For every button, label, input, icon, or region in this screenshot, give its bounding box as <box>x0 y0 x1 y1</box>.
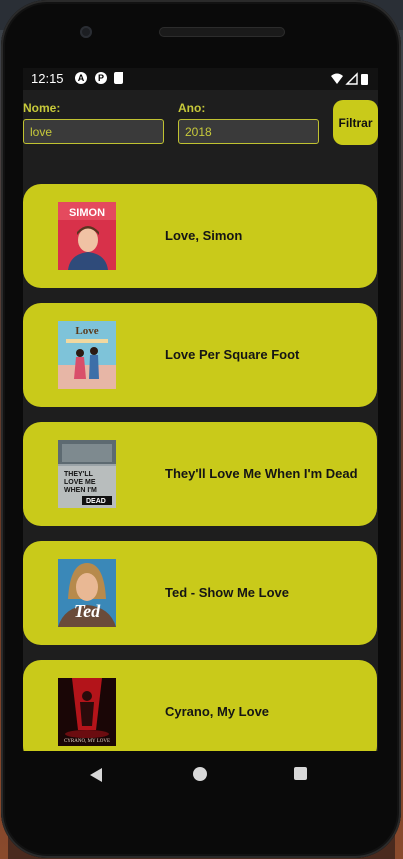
poster-title-text: SIMON <box>69 207 105 219</box>
love-simon-poster: SIMON <box>58 202 116 270</box>
movie-title: Ted - Show Me Love <box>165 585 289 600</box>
filter-bar: Nome: Ano: Filtrar <box>23 90 378 170</box>
poster-title-text: Ted <box>74 601 101 621</box>
status-time: 12:15 <box>31 71 64 86</box>
movie-title: Love, Simon <box>165 228 243 243</box>
p-badge-icon: P <box>95 72 107 84</box>
name-label: Nome: <box>23 101 61 115</box>
poster-title-text: THEY'LL <box>64 471 94 478</box>
poster-title-text: CYRANO, MY LOVE <box>64 739 110 744</box>
vpn-a-icon: A <box>75 72 87 84</box>
love-per-square-foot-poster: Love <box>58 321 116 389</box>
movie-card[interactable]: Ted Ted - Show Me Love <box>23 541 377 645</box>
front-camera <box>80 26 92 38</box>
battery-icon <box>361 74 368 85</box>
movie-title: Love Per Square Foot <box>165 347 300 362</box>
phone-frame: 12:15 A P Nome: Ano: Filtrar <box>1 0 401 858</box>
poster-title-text: WHEN I'M <box>64 487 97 494</box>
home-icon[interactable] <box>193 767 207 781</box>
movie-card[interactable]: SIMON Love, Simon <box>23 184 377 288</box>
movie-title: Cyrano, My Love <box>165 704 270 719</box>
ted-show-me-love-poster: Ted <box>58 559 116 627</box>
app-screen: 12:15 A P Nome: Ano: Filtrar <box>23 68 378 751</box>
filter-button[interactable]: Filtrar <box>333 100 378 145</box>
back-icon[interactable] <box>90 768 102 782</box>
year-input[interactable] <box>178 119 319 144</box>
cyrano-my-love-poster: CYRANO, MY LOVE <box>58 678 116 746</box>
theyll-love-me-when-im-dead-poster: THEY'LL LOVE ME WHEN I'M DEAD <box>58 440 116 508</box>
movie-list[interactable]: SIMON Love, Simon Love Love Per Square F… <box>23 184 378 751</box>
movie-title: They'll Love Me When I'm Dead <box>165 466 358 481</box>
poster-title-text: DEAD <box>86 498 106 505</box>
recent-apps-icon[interactable] <box>294 767 307 780</box>
system-status-icons <box>331 72 368 85</box>
movie-card[interactable]: Love Love Per Square Foot <box>23 303 377 407</box>
name-input[interactable] <box>23 119 164 144</box>
movie-card[interactable]: CYRANO, MY LOVE Cyrano, My Love <box>23 660 377 751</box>
poster-title-text: Love <box>75 325 98 337</box>
year-label: Ano: <box>178 101 206 115</box>
status-bar: 12:15 A P <box>23 68 378 90</box>
poster-title-text: LOVE ME <box>64 479 96 486</box>
signal-icon <box>345 72 358 85</box>
earpiece-speaker <box>159 27 285 37</box>
wifi-icon <box>331 73 343 84</box>
movie-card[interactable]: THEY'LL LOVE ME WHEN I'M DEAD They'll Lo… <box>23 422 377 526</box>
sd-card-icon <box>114 72 123 84</box>
